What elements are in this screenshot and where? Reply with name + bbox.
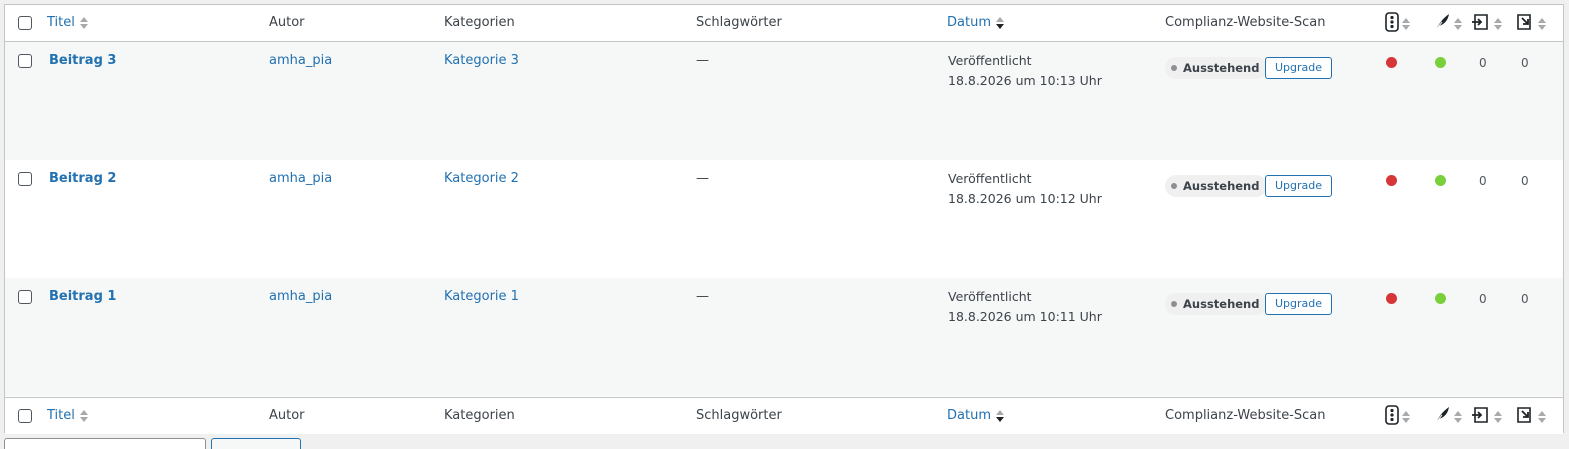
feather-icon xyxy=(1433,405,1451,429)
status-dot-icon xyxy=(1171,65,1177,71)
post-title-link[interactable]: Beitrag 2 xyxy=(49,171,116,186)
outbound-links-icon xyxy=(1515,405,1535,429)
outbound-links-count: 0 xyxy=(1521,56,1529,70)
column-date-label[interactable]: Datum xyxy=(947,15,991,30)
sort-arrows-icon[interactable] xyxy=(1453,17,1463,31)
status-badge-label: Ausstehend xyxy=(1183,297,1260,311)
post-title-link[interactable]: Beitrag 1 xyxy=(49,289,116,304)
column-seo-header[interactable] xyxy=(1385,405,1411,429)
status-dot-icon xyxy=(1171,301,1177,307)
column-date-label[interactable]: Datum xyxy=(947,408,991,423)
status-badge-label: Ausstehend xyxy=(1183,61,1260,75)
upgrade-button[interactable]: Upgrade xyxy=(1265,293,1333,315)
column-title-label[interactable]: Titel xyxy=(47,408,75,423)
post-title-link[interactable]: Beitrag 3 xyxy=(49,53,116,68)
table-header: Titel Autor Kategorien Schlagwörter Datu… xyxy=(5,5,1563,42)
sort-arrows-icon[interactable] xyxy=(1493,410,1503,424)
post-status: Veröffentlicht xyxy=(948,53,1032,68)
column-title-header[interactable]: Titel xyxy=(47,15,89,30)
column-title-header[interactable]: Titel xyxy=(47,408,89,423)
row-checkbox[interactable] xyxy=(18,172,32,186)
table-row: Beitrag 1 amha_pia Kategorie 1 — Veröffe… xyxy=(5,278,1563,396)
seo-score-indicator xyxy=(1386,293,1397,304)
inbound-links-count: 0 xyxy=(1479,174,1487,188)
tags-value: — xyxy=(696,289,709,304)
column-readability-header[interactable] xyxy=(1433,12,1463,36)
outbound-links-icon xyxy=(1515,12,1535,36)
column-scan-header: Complianz-Website-Scan xyxy=(1165,408,1326,423)
posts-table: Titel Autor Kategorien Schlagwörter Datu… xyxy=(4,4,1564,434)
sort-desc-icon[interactable] xyxy=(995,16,1005,30)
inbound-links-icon xyxy=(1471,405,1491,429)
seo-score-indicator xyxy=(1386,57,1397,68)
sort-arrows-icon[interactable] xyxy=(1537,17,1547,31)
sort-arrows-icon[interactable] xyxy=(1401,410,1411,424)
traffic-light-icon xyxy=(1385,12,1399,36)
column-tags-header: Schlagwörter xyxy=(696,15,782,30)
traffic-light-icon xyxy=(1385,405,1399,429)
category-link[interactable]: Kategorie 1 xyxy=(444,289,519,304)
post-date: 18.8.2026 um 10:12 Uhr xyxy=(948,191,1102,206)
readability-score-indicator xyxy=(1435,175,1446,186)
author-link[interactable]: amha_pia xyxy=(269,289,332,304)
outbound-links-count: 0 xyxy=(1521,292,1529,306)
sort-arrows-icon[interactable] xyxy=(1453,410,1463,424)
column-title-label[interactable]: Titel xyxy=(47,15,75,30)
readability-score-indicator xyxy=(1435,293,1446,304)
table-row: Beitrag 2 amha_pia Kategorie 2 — Veröffe… xyxy=(5,160,1563,278)
tags-value: — xyxy=(696,171,709,186)
category-link[interactable]: Kategorie 2 xyxy=(444,171,519,186)
post-status: Veröffentlicht xyxy=(948,171,1032,186)
readability-score-indicator xyxy=(1435,57,1446,68)
status-badge: Ausstehend xyxy=(1165,175,1268,197)
column-categories-header: Kategorien xyxy=(444,408,515,423)
sort-arrows-icon[interactable] xyxy=(79,16,89,30)
apply-button[interactable] xyxy=(211,438,301,449)
column-seo-header[interactable] xyxy=(1385,12,1411,36)
seo-score-indicator xyxy=(1386,175,1397,186)
author-link[interactable]: amha_pia xyxy=(269,53,332,68)
column-outbound-links-header[interactable] xyxy=(1515,12,1547,36)
column-outbound-links-header[interactable] xyxy=(1515,405,1547,429)
select-all-checkbox[interactable] xyxy=(18,409,32,423)
status-badge-label: Ausstehend xyxy=(1183,179,1260,193)
post-date: 18.8.2026 um 10:11 Uhr xyxy=(948,309,1102,324)
column-scan-header: Complianz-Website-Scan xyxy=(1165,15,1326,30)
tags-value: — xyxy=(696,53,709,68)
inbound-links-icon xyxy=(1471,12,1491,36)
column-inbound-links-header[interactable] xyxy=(1471,12,1503,36)
sort-desc-icon[interactable] xyxy=(995,409,1005,423)
outbound-links-count: 0 xyxy=(1521,174,1529,188)
upgrade-button[interactable]: Upgrade xyxy=(1265,175,1333,197)
column-readability-header[interactable] xyxy=(1433,405,1463,429)
column-author-header: Autor xyxy=(269,408,305,423)
column-tags-header: Schlagwörter xyxy=(696,408,782,423)
table-row: Beitrag 3 amha_pia Kategorie 3 — Veröffe… xyxy=(5,42,1563,160)
sort-arrows-icon[interactable] xyxy=(1537,410,1547,424)
post-status: Veröffentlicht xyxy=(948,289,1032,304)
bulk-actions-select[interactable] xyxy=(4,438,206,449)
feather-icon xyxy=(1433,12,1451,36)
column-date-header[interactable]: Datum xyxy=(947,15,1005,30)
column-categories-header: Kategorien xyxy=(444,15,515,30)
row-checkbox[interactable] xyxy=(18,54,32,68)
status-badge: Ausstehend xyxy=(1165,57,1268,79)
inbound-links-count: 0 xyxy=(1479,56,1487,70)
select-all-checkbox[interactable] xyxy=(18,16,32,30)
row-checkbox[interactable] xyxy=(18,290,32,304)
category-link[interactable]: Kategorie 3 xyxy=(444,53,519,68)
sort-arrows-icon[interactable] xyxy=(1401,17,1411,31)
status-badge: Ausstehend xyxy=(1165,293,1268,315)
inbound-links-count: 0 xyxy=(1479,292,1487,306)
status-dot-icon xyxy=(1171,183,1177,189)
column-date-header[interactable]: Datum xyxy=(947,408,1005,423)
column-inbound-links-header[interactable] xyxy=(1471,405,1503,429)
upgrade-button[interactable]: Upgrade xyxy=(1265,57,1333,79)
post-date: 18.8.2026 um 10:13 Uhr xyxy=(948,73,1102,88)
author-link[interactable]: amha_pia xyxy=(269,171,332,186)
sort-arrows-icon[interactable] xyxy=(79,409,89,423)
column-author-header: Autor xyxy=(269,15,305,30)
sort-arrows-icon[interactable] xyxy=(1493,17,1503,31)
table-footer: Titel Autor Kategorien Schlagwörter Datu… xyxy=(5,397,1563,434)
